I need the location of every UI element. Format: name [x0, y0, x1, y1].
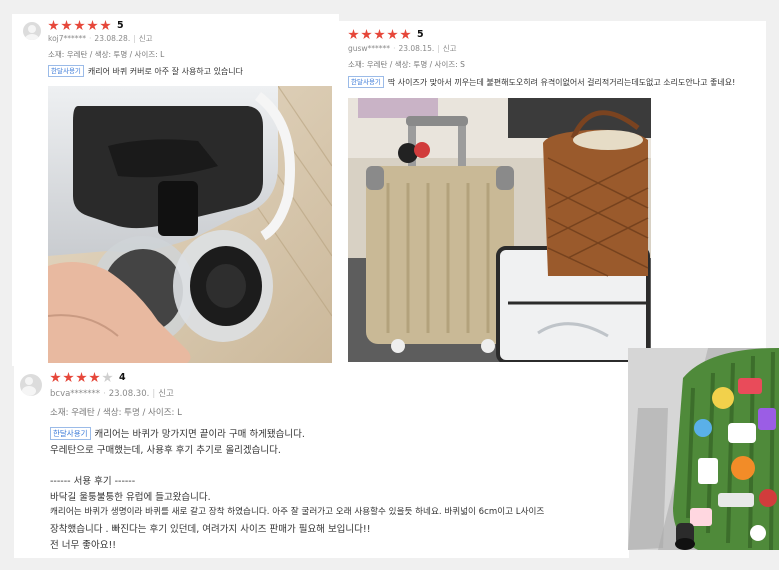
review-text-line-8: 전 너무 좋아요!! — [50, 540, 117, 551]
review-date: 23.08.28. — [94, 34, 131, 43]
rating-score: 4 — [119, 372, 126, 383]
avatar — [23, 22, 41, 40]
report-link[interactable]: 신고 — [443, 44, 457, 53]
star-icon — [89, 372, 100, 383]
review-text: 한달사용기 딱 사이즈가 맞아서 끼우는데 불편해도오히려 유격이없어서 걸리적거… — [348, 76, 735, 88]
star-icon — [76, 372, 87, 383]
review-text-line-1: 한달사용기 캐리어는 바퀴가 망가지면 끝이라 구매 하게됐습니다. — [50, 426, 305, 440]
review-text-line-7: 장착했습니다 . 빠진다는 후기 있던데, 여려가지 사이즈 판매가 필요해 보… — [50, 524, 371, 535]
star-icon — [61, 20, 72, 31]
star-icon — [374, 29, 385, 40]
review-date: 23.08.15. — [398, 44, 435, 53]
star-icon — [100, 20, 111, 31]
star-icon — [348, 29, 359, 40]
review-card-1: 5 koj7****** · 23.08.28. | 신고 소재: 우레탄 / 색상: … — [12, 14, 339, 366]
review-meta: koj7****** · 23.08.28. | 신고 — [48, 34, 153, 43]
review-photo[interactable] — [48, 86, 332, 366]
star-icon — [63, 372, 74, 383]
rating-stars: 4 — [50, 372, 126, 383]
review-card-3: 4 bcva******* · 23.08.30. | 신고 소재: 우레탄 / 색상:… — [14, 363, 629, 558]
report-link[interactable]: 신고 — [158, 389, 174, 399]
reviewer-id: koj7****** — [48, 34, 87, 43]
review-text-line-5: 바닥길 울퉁불퉁한 유럽에 들고왔습니다. — [50, 492, 211, 503]
review-text: 한달사용기 캐리어 바퀴 커버로 아주 잘 사용하고 있습니다 — [48, 65, 243, 77]
review-text-line-6: 캐리어는 바퀴가 생명이라 바퀴를 새로 갈고 장착 하였습니다. 아주 잘 굴… — [50, 507, 545, 517]
reviewer-id: gusw****** — [348, 44, 391, 53]
product-options: 소재: 우레탄 / 색상: 투명 / 사이즈: L — [48, 50, 165, 59]
caster-wheel-cover-photo-icon — [48, 86, 332, 366]
review-photo[interactable] — [628, 348, 779, 550]
product-options: 소재: 우레탄 / 색상: 투명 / 사이즈: S — [348, 60, 465, 69]
rating-score: 5 — [417, 29, 424, 40]
suitcases-and-basket-photo-icon — [348, 98, 651, 362]
month-use-badge: 한달사용기 — [348, 76, 384, 88]
rating-score: 5 — [117, 20, 124, 31]
rating-stars: 5 — [48, 20, 124, 31]
reviewer-id: bcva******* — [50, 389, 101, 399]
review-photo[interactable] — [348, 98, 651, 362]
star-icon — [48, 20, 59, 31]
avatar — [20, 374, 42, 396]
report-link[interactable]: 신고 — [139, 34, 153, 43]
review-date: 23.08.30. — [108, 389, 150, 399]
review-text-line-4: ------ 서용 후기 ------ — [50, 476, 136, 487]
rating-stars: 5 — [348, 29, 424, 40]
star-icon — [400, 29, 411, 40]
star-icon — [361, 29, 372, 40]
review-text-line-2: 우레탄으로 구매했는데, 사용후 후기 추기로 올리겠습니다. — [50, 445, 281, 456]
star-icon — [87, 20, 98, 31]
star-empty-icon — [102, 372, 113, 383]
star-icon — [387, 29, 398, 40]
review-card-2: 5 gusw****** · 23.08.15. | 신고 소재: 우레탄 / 색상: … — [339, 21, 766, 366]
star-icon — [50, 372, 61, 383]
star-icon — [74, 20, 85, 31]
review-meta: gusw****** · 23.08.15. | 신고 — [348, 44, 457, 53]
review-meta: bcva******* · 23.08.30. | 신고 — [50, 389, 174, 399]
green-sticker-suitcase-photo-icon — [628, 348, 779, 550]
month-use-badge: 한달사용기 — [48, 65, 84, 77]
product-options: 소재: 우레탄 / 색상: 투명 / 사이즈: L — [50, 408, 182, 418]
month-use-badge: 한달사용기 — [50, 427, 91, 440]
